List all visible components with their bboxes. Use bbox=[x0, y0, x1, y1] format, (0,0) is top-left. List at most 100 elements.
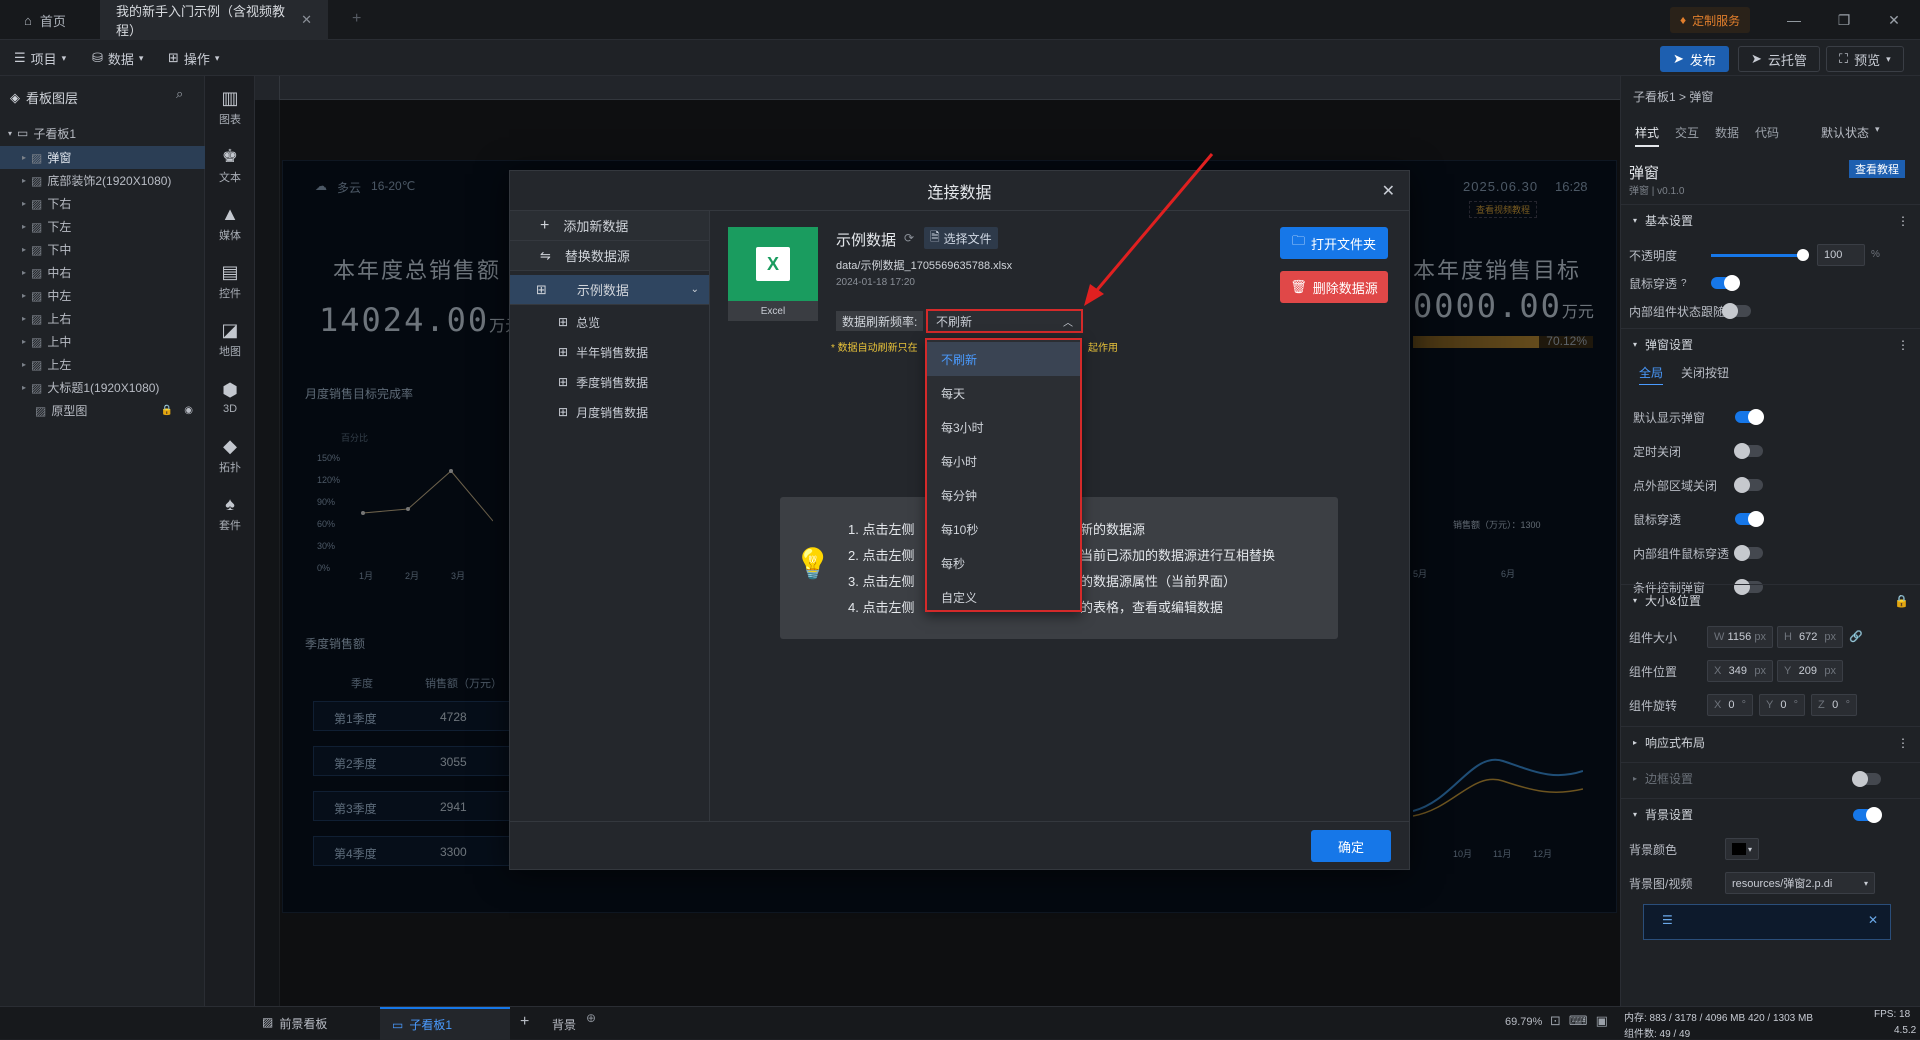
terminal-icon[interactable]: ▣ bbox=[1596, 1013, 1608, 1029]
refresh-frequency-select[interactable]: 不刷新 ︿ bbox=[926, 309, 1083, 333]
view-tutorial-button[interactable]: 查看教程 bbox=[1849, 160, 1905, 178]
layer-item[interactable]: ▸ ▨ 弹窗 bbox=[0, 146, 205, 169]
layer-item[interactable]: ▸ ▨ 下左 bbox=[0, 215, 205, 238]
popup-setting-toggle[interactable] bbox=[1735, 511, 1764, 527]
refresh-option[interactable]: 每分钟 bbox=[927, 478, 1080, 512]
layer-item[interactable]: ▸ ▨ 中右 bbox=[0, 261, 205, 284]
popup-setting-toggle[interactable] bbox=[1735, 409, 1764, 425]
close-icon[interactable]: ✕ bbox=[1868, 913, 1878, 927]
mouse-through-toggle[interactable] bbox=[1711, 275, 1740, 291]
refresh-option[interactable]: 自定义 bbox=[927, 580, 1080, 614]
preview-button[interactable]: ⛶ 预览 ▾ bbox=[1826, 46, 1904, 72]
bg-media-select[interactable]: resources/弹窗2.p.di ▾ bbox=[1725, 872, 1875, 894]
cloud-hosting-button[interactable]: ➤ 云托管 bbox=[1738, 46, 1820, 72]
document-tab[interactable]: 我的新手入门示例（含视频教程） ✕ bbox=[100, 0, 328, 40]
opacity-input[interactable]: 100 bbox=[1817, 244, 1865, 266]
subboard-tab[interactable]: ▭ 子看板1 bbox=[380, 1007, 510, 1040]
iconbar-map[interactable]: ◪ 地图 bbox=[205, 312, 255, 366]
layer-item[interactable]: ▸ ▨ 中左 bbox=[0, 284, 205, 307]
sheet-item[interactable]: ⊞ 总览 bbox=[510, 307, 709, 337]
more-icon[interactable]: ⋮ bbox=[1897, 338, 1909, 352]
eye-icon[interactable]: ◉ bbox=[184, 405, 193, 416]
refresh-option[interactable]: 每天 bbox=[927, 376, 1080, 410]
popup-setting-toggle[interactable] bbox=[1734, 477, 1763, 493]
prop-tab[interactable]: 交互 bbox=[1675, 124, 1699, 145]
zoom-level[interactable]: 69.79% bbox=[1505, 1016, 1542, 1028]
prop-tab[interactable]: 代码 bbox=[1755, 124, 1779, 145]
operate-menu[interactable]: ⊞ 操作 ▾ bbox=[168, 46, 219, 70]
iconbar-3d[interactable]: ⬢ 3D bbox=[205, 370, 255, 424]
background-tab[interactable]: 背景 bbox=[552, 1016, 576, 1033]
delete-source-button[interactable]: 🗑 删除数据源 bbox=[1280, 271, 1388, 303]
refresh-option[interactable]: 每小时 bbox=[927, 444, 1080, 478]
refresh-option[interactable]: 不刷新 bbox=[927, 342, 1080, 376]
choose-file-button[interactable]: 🗎 选择文件 bbox=[924, 227, 998, 249]
close-icon[interactable]: ✕ bbox=[1382, 181, 1395, 201]
rotate-x-input[interactable]: X 0 ° bbox=[1707, 694, 1753, 716]
size-position-section[interactable]: ▾ 大小&位置 🔒 bbox=[1621, 584, 1920, 616]
foreground-board-tab[interactable]: ▨ 前景看板 bbox=[262, 1015, 327, 1032]
layer-item[interactable]: ▸ ▨ 下右 bbox=[0, 192, 205, 215]
border-toggle[interactable] bbox=[1852, 771, 1881, 787]
sheet-item[interactable]: ⊞ 季度销售数据 bbox=[510, 367, 709, 397]
opacity-slider[interactable] bbox=[1711, 254, 1803, 257]
bg-media-thumbnail[interactable]: ☰ ✕ bbox=[1643, 904, 1891, 940]
lock-icon[interactable]: 🔒 bbox=[1894, 594, 1909, 608]
publish-button[interactable]: ➤ 发布 bbox=[1660, 46, 1729, 72]
layer-item[interactable]: ▸ ▨ 上中 bbox=[0, 330, 205, 353]
basic-settings-section[interactable]: ▾ 基本设置 ⋮ bbox=[1621, 204, 1920, 236]
layer-item[interactable]: ▸ ▨ 上右 bbox=[0, 307, 205, 330]
rotate-y-input[interactable]: Y 0 ° bbox=[1759, 694, 1805, 716]
data-menu[interactable]: ⛁ 数据 ▾ bbox=[92, 46, 143, 70]
iconbar-media[interactable]: ▲ 媒体 bbox=[205, 196, 255, 250]
height-input[interactable]: H 672 px bbox=[1777, 626, 1843, 648]
restore-icon[interactable]: ❐ bbox=[1832, 8, 1856, 32]
iconbar-control[interactable]: ▤ 控件 bbox=[205, 254, 255, 308]
bg-color-picker[interactable]: ▾ bbox=[1725, 838, 1759, 860]
close-window-icon[interactable]: ✕ bbox=[1882, 8, 1906, 32]
close-tab-icon[interactable]: ✕ bbox=[301, 12, 312, 28]
layer-item[interactable]: ▸ ▨ 上左 bbox=[0, 353, 205, 376]
minimize-icon[interactable]: — bbox=[1782, 8, 1806, 32]
background-toggle[interactable] bbox=[1853, 807, 1882, 823]
open-folder-button[interactable]: 🗀 打开文件夹 bbox=[1280, 227, 1388, 259]
width-input[interactable]: W 1156 px bbox=[1707, 626, 1773, 648]
sub-tab-global[interactable]: 全局 bbox=[1639, 364, 1664, 385]
add-circle-icon[interactable]: ⊕ bbox=[586, 1011, 596, 1025]
refresh-option[interactable]: 每秒 bbox=[927, 546, 1080, 580]
background-section[interactable]: ▾ 背景设置 bbox=[1621, 798, 1920, 830]
refresh-file-icon[interactable]: ⟳ bbox=[904, 231, 914, 245]
prop-tab[interactable]: 样式 bbox=[1635, 124, 1660, 147]
x-input[interactable]: X 349 px bbox=[1707, 660, 1773, 682]
sheet-item[interactable]: ⊞ 半年销售数据 bbox=[510, 337, 709, 367]
popup-setting-toggle[interactable] bbox=[1734, 545, 1763, 561]
state-select[interactable]: 默认状态 ▾ bbox=[1821, 124, 1880, 141]
iconbar-topology[interactable]: ◆ 拓扑 bbox=[205, 428, 255, 482]
lock-icon[interactable]: 🔒 bbox=[161, 405, 173, 416]
sheet-item[interactable]: ⊞ 月度销售数据 bbox=[510, 397, 709, 427]
y-input[interactable]: Y 209 px bbox=[1777, 660, 1843, 682]
iconbar-chart[interactable]: ▥ 图表 bbox=[205, 80, 255, 134]
layer-item[interactable]: ▸ ▨ 下中 bbox=[0, 238, 205, 261]
home-tab[interactable]: ⌂ 首页 bbox=[8, 0, 82, 40]
iconbar-text[interactable]: ♚ 文本 bbox=[205, 138, 255, 192]
inner-follow-toggle[interactable] bbox=[1722, 303, 1751, 319]
popup-settings-section[interactable]: ▾ 弹窗设置 ⋮ bbox=[1621, 328, 1920, 360]
confirm-button[interactable]: 确定 bbox=[1311, 830, 1391, 862]
prop-tab[interactable]: 数据 bbox=[1715, 124, 1739, 145]
layer-item[interactable]: ▸ ▨ 大标题1(1920X1080) bbox=[0, 376, 205, 399]
sub-tab-close-button[interactable]: 关闭按钮 bbox=[1681, 364, 1729, 381]
more-icon[interactable]: ⋮ bbox=[1897, 736, 1909, 750]
more-icon[interactable]: ⋮ bbox=[1897, 214, 1909, 228]
project-menu[interactable]: ☰ 项目 ▾ bbox=[14, 46, 66, 70]
fit-screen-icon[interactable]: ⊡ bbox=[1550, 1013, 1561, 1029]
custom-service-button[interactable]: ♦ 定制服务 bbox=[1670, 7, 1751, 33]
popup-setting-toggle[interactable] bbox=[1734, 443, 1763, 459]
refresh-option[interactable]: 每3小时 bbox=[927, 410, 1080, 444]
rotate-z-input[interactable]: Z 0 ° bbox=[1811, 694, 1857, 716]
new-tab-icon[interactable]: + bbox=[352, 10, 361, 28]
link-icon[interactable]: 🔗 bbox=[1849, 630, 1863, 643]
iconbar-kit[interactable]: ♠ 套件 bbox=[205, 486, 255, 540]
add-board-icon[interactable]: + bbox=[520, 1013, 529, 1031]
replace-source-button[interactable]: ⇋ 替换数据源 bbox=[510, 241, 709, 271]
